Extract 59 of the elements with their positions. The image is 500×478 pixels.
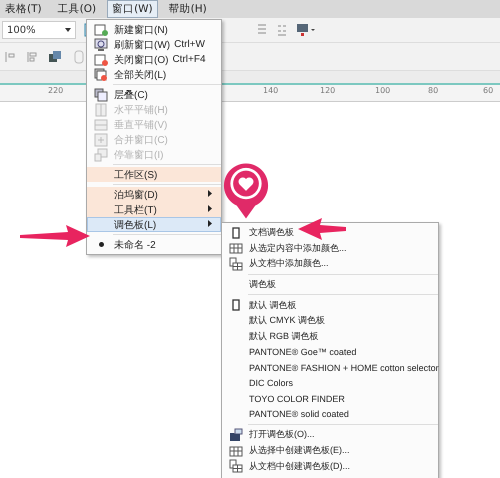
menu-item[interactable]: 未命名 -2 <box>87 237 221 252</box>
new-window-icon <box>94 22 108 36</box>
menu-item[interactable]: 全部关闭(L) <box>87 67 221 82</box>
menu-item[interactable]: 工具栏(T) <box>87 202 221 217</box>
menu-title[interactable]: 表格(T) <box>0 0 47 18</box>
close-window-icon <box>94 52 108 66</box>
ruler-label: 80 <box>428 86 438 95</box>
align-icon[interactable] <box>4 50 16 64</box>
shape-icon[interactable] <box>72 50 86 64</box>
close-all-icon <box>94 68 108 82</box>
menu-item[interactable]: 工作区(S) <box>87 167 221 182</box>
menu-item[interactable]: 泊坞窗(D) <box>87 187 221 202</box>
ruler-label: 220 <box>48 86 64 95</box>
menu-item[interactable]: TOYO COLOR FINDER <box>222 390 438 407</box>
grid-icon <box>229 241 243 256</box>
menu-item[interactable]: 从文档中添加颜色... <box>222 256 438 272</box>
menu-title[interactable]: 窗口(W) <box>107 0 158 18</box>
menu-title[interactable]: 工具(O) <box>52 0 102 18</box>
menu-item[interactable]: 默认 RGB 调色板 <box>222 328 438 344</box>
ruler-label: 120 <box>320 86 336 95</box>
ruler-label: 60 <box>483 86 494 95</box>
menu-item[interactable]: 默认 CMYK 调色板 <box>222 312 438 329</box>
monitor-icon[interactable] <box>296 23 316 37</box>
menu-item[interactable]: 从选择中创建调色板(E)... <box>222 442 438 458</box>
menu-item[interactable]: 层叠(C) <box>87 87 221 102</box>
menu-item[interactable]: 调色板(L) <box>87 217 221 232</box>
document-grid-icon <box>229 256 243 271</box>
ruler-label: 140 <box>263 86 278 95</box>
menu-item[interactable]: DIC Colors <box>222 375 438 391</box>
ruler-label: 100 <box>375 86 390 95</box>
menu-item[interactable]: 从文档中创建调色板(D)... <box>222 458 438 474</box>
refresh-icon <box>94 38 108 52</box>
merge-icon <box>94 132 108 146</box>
menu-item[interactable]: PANTONE® Goe™ coated <box>222 344 438 360</box>
tile-icon <box>94 118 108 132</box>
cascade-icon <box>94 88 108 102</box>
document-grid-icon <box>229 459 243 474</box>
menu-item[interactable]: 从选定内容中添加颜色... <box>222 240 438 256</box>
folder-icon <box>229 428 243 442</box>
menu-title[interactable]: 帮助(H) <box>164 0 212 18</box>
tile-icon <box>94 102 108 116</box>
zoom-field[interactable]: 100% <box>2 21 76 39</box>
menu-item[interactable]: PANTONE® FASHION + HOME cotton selector <box>222 360 438 376</box>
menu-item[interactable]: 关闭窗口(O) Ctrl+F4 <box>87 52 221 67</box>
arrow-icon <box>298 218 346 240</box>
menu-item[interactable]: 打开调色板(O)... <box>222 427 438 443</box>
menu-item[interactable]: 刷新窗口(W) Ctrl+W <box>87 37 221 52</box>
menu-item[interactable]: PANTONE® solid coated <box>222 406 438 422</box>
dock-icon <box>94 148 108 162</box>
menu-item[interactable]: 新建窗口(N) <box>87 22 221 37</box>
menu-header: 调色板 <box>248 278 277 292</box>
menu-item[interactable]: 文档调色板 <box>222 225 438 241</box>
menu-item[interactable]: 默认 调色板 <box>222 297 438 313</box>
dropdown-icon <box>65 28 71 32</box>
arrow-icon <box>20 225 90 247</box>
align-icon[interactable] <box>26 50 38 64</box>
arrange-icon[interactable] <box>48 50 62 64</box>
grid-icon <box>229 444 243 458</box>
toolbar-icon[interactable] <box>276 23 288 37</box>
